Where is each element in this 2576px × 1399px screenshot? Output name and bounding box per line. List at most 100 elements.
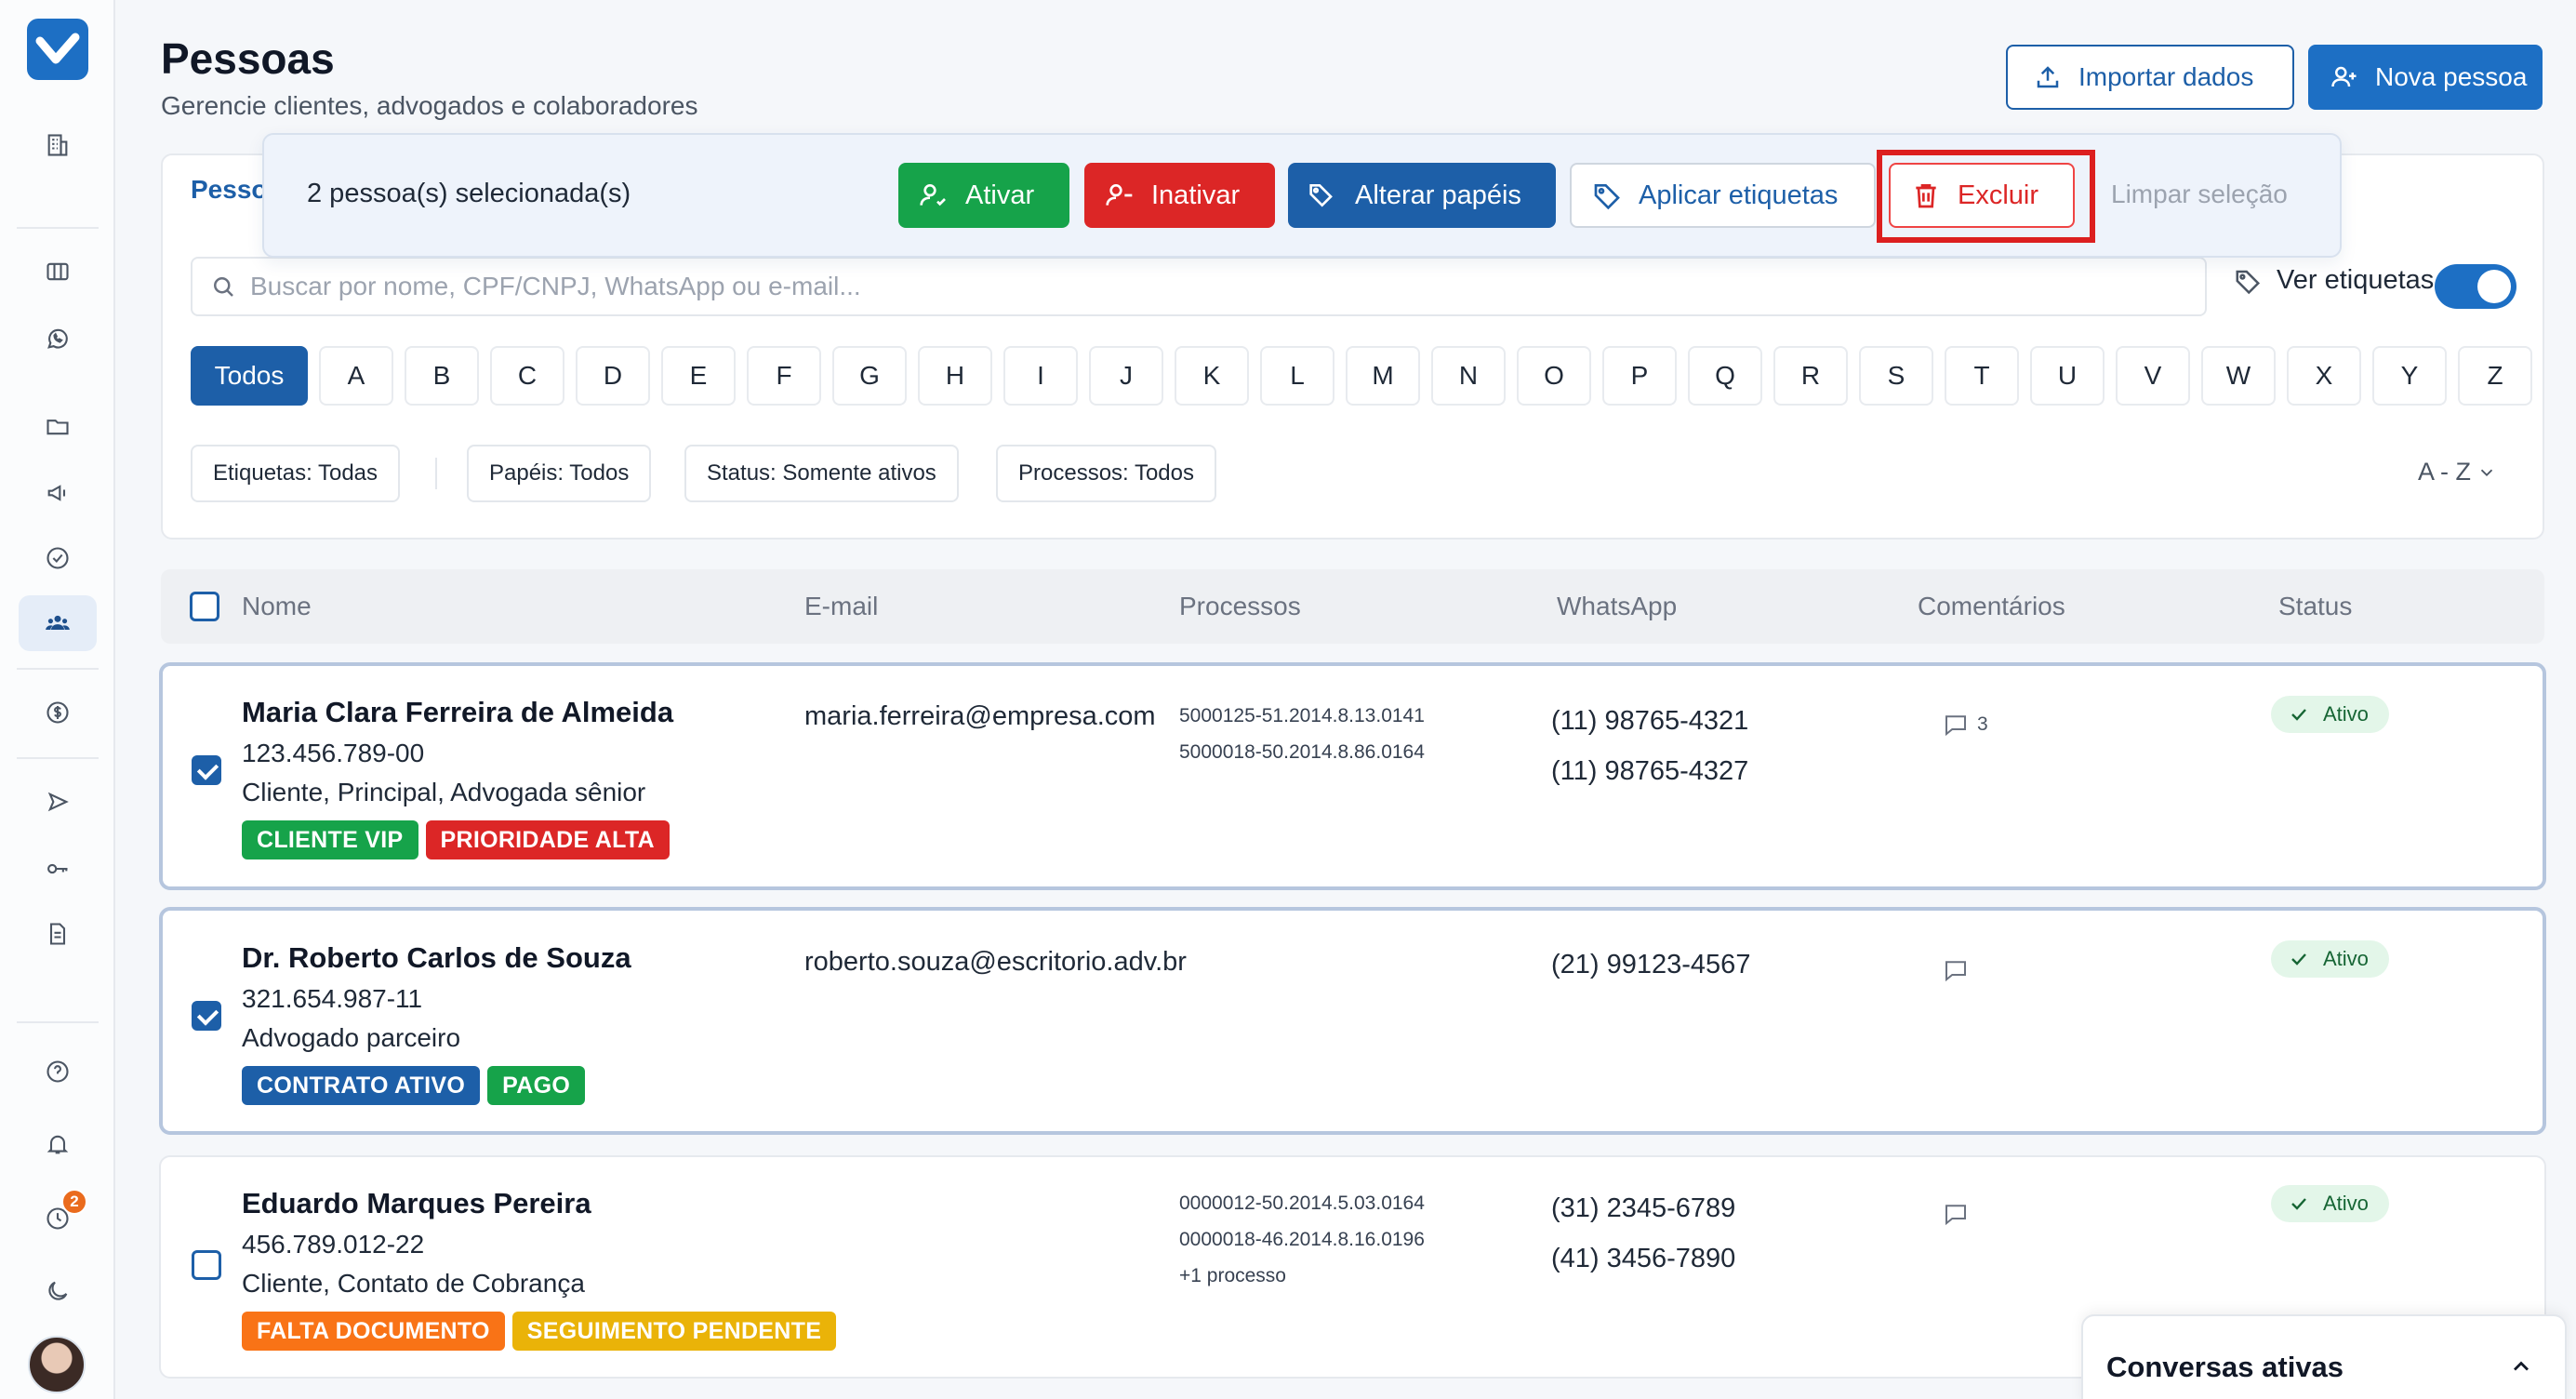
sort-dropdown[interactable]: A - Z [2418, 458, 2497, 486]
user-avatar[interactable] [28, 1336, 86, 1393]
new-person-button[interactable]: Nova pessoa [2308, 45, 2543, 110]
tag-icon [2236, 270, 2261, 294]
columns-icon[interactable] [19, 244, 97, 300]
column-processes[interactable]: Processos [1179, 592, 1301, 621]
alpha-letter-button[interactable]: C [490, 346, 564, 406]
alpha-letter-button[interactable]: P [1602, 346, 1677, 406]
delete-button[interactable]: Excluir [1889, 163, 2075, 228]
alpha-letter-button[interactable]: M [1346, 346, 1420, 406]
alpha-letter-button[interactable]: E [661, 346, 736, 406]
change-roles-button[interactable]: Alterar papéis [1288, 163, 1556, 228]
alpha-letter-button[interactable]: H [918, 346, 992, 406]
column-whatsapp[interactable]: WhatsApp [1557, 592, 1677, 621]
alpha-letter-button[interactable]: O [1517, 346, 1591, 406]
person-roles: Advogado parceiro [242, 1023, 461, 1052]
alpha-letter-button[interactable]: J [1089, 346, 1163, 406]
whatsapp-icon[interactable] [19, 311, 97, 366]
person-name[interactable]: Eduardo Marques Pereira [242, 1187, 591, 1220]
people-icon[interactable] [19, 595, 97, 651]
alpha-letter-button[interactable]: V [2116, 346, 2190, 406]
alpha-letter-button[interactable]: K [1175, 346, 1249, 406]
alpha-all-button[interactable]: Todos [191, 346, 308, 406]
alpha-letter-button[interactable]: Z [2458, 346, 2532, 406]
moon-icon[interactable] [19, 1263, 97, 1319]
row-checkbox[interactable] [192, 755, 221, 785]
import-data-label: Importar dados [2078, 62, 2254, 91]
apply-tags-button[interactable]: Aplicar etiquetas [1570, 163, 1876, 228]
process-number[interactable]: 0000018-46.2014.8.16.0196 [1179, 1221, 1425, 1258]
person-email[interactable]: roberto.souza@escritorio.adv.br [804, 947, 1187, 978]
row-checkbox[interactable] [192, 1001, 221, 1031]
row-checkbox[interactable] [192, 1250, 221, 1280]
whatsapp-number[interactable]: (41) 3456-7890 [1551, 1233, 1735, 1284]
notification-badge: 2 [61, 1189, 87, 1215]
filter-tags[interactable]: Etiquetas: Todas [191, 445, 401, 502]
status-badge: Ativo [2271, 940, 2389, 978]
person-email[interactable]: maria.ferreira@empresa.com [804, 701, 1156, 732]
alphabet-filter: Todos A B C D E F G H I J K L M N O P Q R S T U V W X Y Z [191, 346, 2532, 406]
alpha-letter-button[interactable]: U [2030, 346, 2105, 406]
alpha-letter-button[interactable]: D [576, 346, 650, 406]
alpha-letter-button[interactable]: B [405, 346, 479, 406]
alpha-letter-button[interactable]: Y [2372, 346, 2447, 406]
app-logo[interactable] [27, 19, 88, 80]
check-circle-icon[interactable] [19, 530, 97, 586]
search-input[interactable] [250, 272, 2205, 301]
clear-selection-link[interactable]: Limpar seleção [2111, 180, 2288, 209]
person-name[interactable]: Maria Clara Ferreira de Almeida [242, 696, 673, 729]
alpha-letter-button[interactable]: W [2201, 346, 2276, 406]
filter-status[interactable]: Status: Somente ativos [684, 445, 959, 502]
person-whatsapp: (21) 99123-4567 [1551, 939, 1750, 990]
filter-processes[interactable]: Processos: Todos [996, 445, 1216, 502]
whatsapp-number[interactable]: (11) 98765-4321 [1551, 696, 1748, 746]
column-status[interactable]: Status [2278, 592, 2352, 621]
comments-button[interactable] [1942, 956, 1970, 984]
document-icon[interactable] [19, 906, 97, 962]
search-box[interactable] [191, 257, 2207, 316]
alpha-letter-button[interactable]: F [747, 346, 821, 406]
person-tags: CONTRATO ATIVO PAGO [242, 1066, 586, 1105]
tab-people[interactable]: Pesso [191, 175, 268, 205]
comments-button[interactable]: 3 [1942, 711, 1988, 739]
tags-icon [1309, 184, 1333, 207]
more-processes-link[interactable]: +1 processo [1179, 1258, 1425, 1294]
alpha-letter-button[interactable]: A [319, 346, 393, 406]
dollar-icon[interactable] [19, 685, 97, 740]
building-icon[interactable] [19, 117, 97, 173]
alpha-letter-button[interactable]: Q [1688, 346, 1762, 406]
clock-icon[interactable]: 2 [19, 1189, 97, 1246]
whatsapp-number[interactable]: (11) 98765-4327 [1551, 746, 1748, 796]
whatsapp-number[interactable]: (31) 2345-6789 [1551, 1183, 1735, 1233]
alpha-letter-button[interactable]: L [1260, 346, 1334, 406]
help-icon[interactable] [19, 1044, 97, 1099]
alpha-letter-button[interactable]: N [1431, 346, 1506, 406]
column-comments[interactable]: Comentários [1918, 592, 2065, 621]
key-icon[interactable] [19, 841, 97, 897]
deactivate-button[interactable]: Inativar [1084, 163, 1275, 228]
activate-button[interactable]: Ativar [898, 163, 1069, 228]
column-name[interactable]: Nome [242, 592, 312, 621]
process-number[interactable]: 0000012-50.2014.5.03.0164 [1179, 1185, 1425, 1221]
alpha-letter-button[interactable]: I [1003, 346, 1078, 406]
comments-button[interactable] [1942, 1200, 1970, 1228]
select-all-checkbox[interactable] [190, 592, 219, 621]
alpha-letter-button[interactable]: G [832, 346, 907, 406]
process-number[interactable]: 5000125-51.2014.8.13.0141 [1179, 698, 1425, 734]
chevron-up-icon[interactable] [2508, 1353, 2534, 1379]
tags-toggle-switch[interactable] [2435, 264, 2516, 309]
process-number[interactable]: 5000018-50.2014.8.86.0164 [1179, 734, 1425, 770]
active-chats-title[interactable]: Conversas ativas [2106, 1351, 2344, 1384]
alpha-letter-button[interactable]: X [2287, 346, 2361, 406]
alpha-letter-button[interactable]: T [1945, 346, 2019, 406]
column-email[interactable]: E-mail [804, 592, 878, 621]
person-name[interactable]: Dr. Roberto Carlos de Souza [242, 941, 631, 975]
folder-icon[interactable] [19, 398, 97, 454]
bell-icon[interactable] [19, 1116, 97, 1172]
import-data-button[interactable]: Importar dados [2006, 45, 2294, 110]
filter-roles[interactable]: Papéis: Todos [467, 445, 652, 502]
whatsapp-number[interactable]: (21) 99123-4567 [1551, 939, 1750, 990]
alpha-letter-button[interactable]: S [1859, 346, 1933, 406]
megaphone-icon[interactable] [19, 465, 97, 521]
send-icon[interactable] [19, 774, 97, 830]
alpha-letter-button[interactable]: R [1773, 346, 1848, 406]
